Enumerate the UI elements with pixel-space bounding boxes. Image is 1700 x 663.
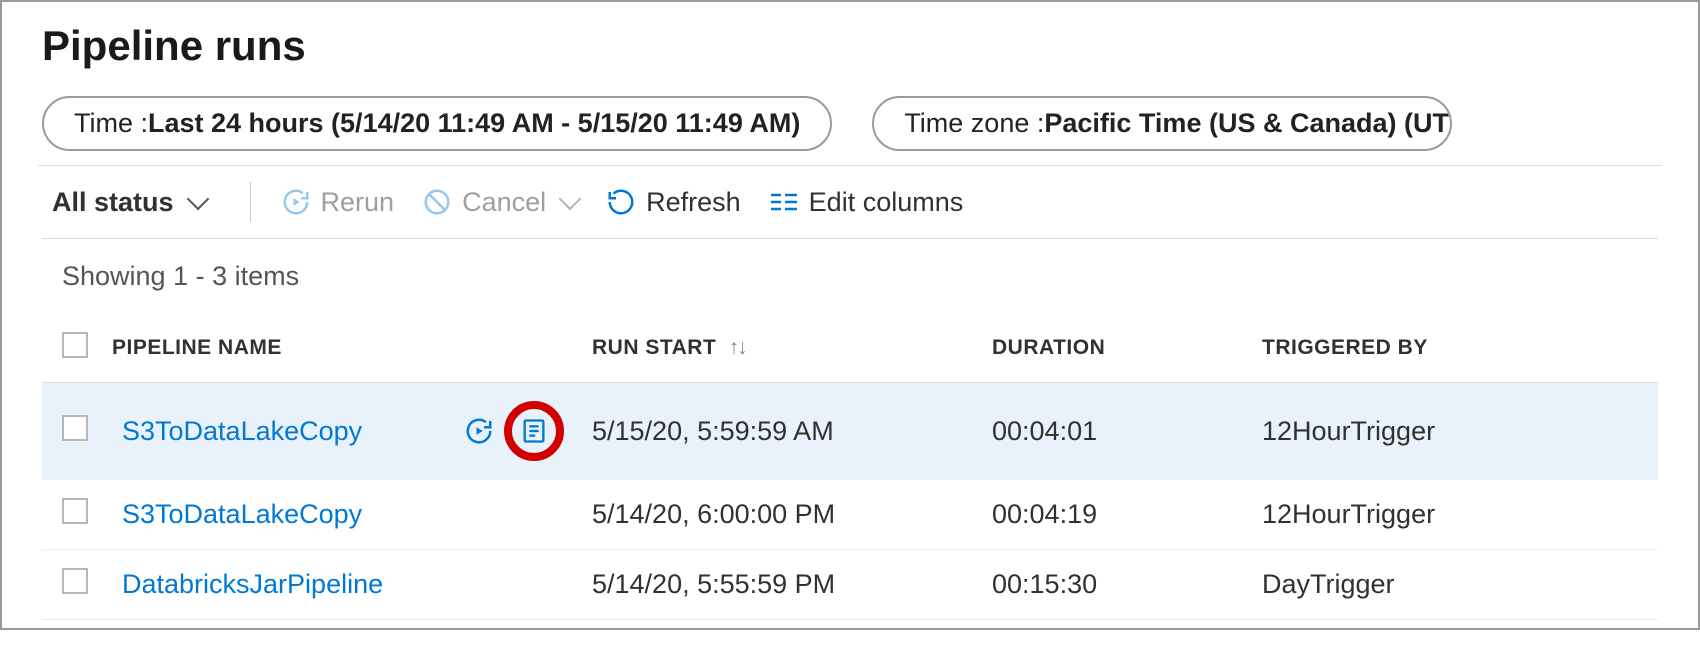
rerun-icon (281, 187, 311, 217)
timezone-filter-pill[interactable]: Time zone : Pacific Time (US & Canada) (… (872, 96, 1452, 151)
status-filter-label: All status (52, 187, 174, 218)
col-duration[interactable]: DURATION (982, 314, 1252, 383)
sort-icon: ↑↓ (729, 336, 746, 359)
table-row[interactable]: DatabricksJarPipeline 5/14/20, 5:55:59 PM… (42, 550, 1658, 620)
consumption-highlight (504, 401, 564, 461)
triggered-by-cell: 12HourTrigger (1252, 480, 1658, 550)
pipeline-name-link[interactable]: S3ToDataLakeCopy (122, 416, 362, 447)
table-row[interactable]: S3ToDataLakeCopy 5/15/20, 5:59:59 AM00:04… (42, 383, 1658, 480)
divider (250, 182, 251, 222)
col-run-start-label: RUN START (592, 336, 716, 359)
row-checkbox[interactable] (62, 415, 88, 441)
duration-cell: 00:04:01 (982, 383, 1252, 480)
select-all-checkbox[interactable] (62, 332, 88, 358)
pipeline-name-link[interactable]: S3ToDataLakeCopy (122, 499, 362, 530)
run-start-cell: 5/15/20, 5:59:59 AM (582, 383, 982, 480)
cancel-button[interactable]: Cancel (422, 187, 578, 218)
cancel-icon (422, 187, 452, 217)
refresh-label: Refresh (646, 187, 741, 218)
edit-columns-icon (769, 190, 799, 214)
edit-columns-label: Edit columns (809, 187, 964, 218)
pipeline-name-link[interactable]: DatabricksJarPipeline (122, 569, 383, 600)
timezone-filter-label: Time zone : (904, 108, 1044, 139)
triggered-by-cell: 12HourTrigger (1252, 383, 1658, 480)
duration-cell: 00:15:30 (982, 550, 1252, 620)
table-row[interactable]: S3ToDataLakeCopy 5/14/20, 6:00:00 PM00:04… (42, 480, 1658, 550)
chevron-down-icon (186, 188, 209, 211)
chevron-down-icon (559, 188, 582, 211)
page-title: Pipeline runs (42, 22, 1658, 70)
col-pipeline-name[interactable]: PIPELINE NAME (112, 314, 582, 383)
run-start-cell: 5/14/20, 5:55:59 PM (582, 550, 982, 620)
edit-columns-button[interactable]: Edit columns (769, 187, 964, 218)
duration-cell: 00:04:19 (982, 480, 1252, 550)
col-triggered-by[interactable]: TRIGGERED BY (1252, 314, 1658, 383)
run-start-cell: 5/14/20, 6:00:00 PM (582, 480, 982, 550)
triggered-by-cell: DayTrigger (1252, 550, 1658, 620)
rerun-button[interactable]: Rerun (281, 187, 395, 218)
status-filter[interactable]: All status (52, 187, 220, 218)
cancel-label: Cancel (462, 187, 546, 218)
col-run-start[interactable]: RUN START ↑↓ (582, 314, 982, 383)
row-checkbox[interactable] (62, 568, 88, 594)
rerun-row-icon[interactable] (464, 416, 494, 446)
toolbar: All status Rerun Cancel (42, 166, 1658, 239)
runs-table: PIPELINE NAME RUN START ↑↓ DURATION TRIG… (42, 314, 1658, 620)
showing-count: Showing 1 - 3 items (42, 239, 1658, 314)
rerun-label: Rerun (321, 187, 395, 218)
refresh-button[interactable]: Refresh (606, 187, 741, 218)
filter-row: Time : Last 24 hours (5/14/20 11:49 AM -… (42, 96, 1658, 151)
consumption-icon[interactable] (520, 417, 548, 445)
time-filter-label: Time : (74, 108, 148, 139)
timezone-filter-value: Pacific Time (US & Canada) (UT… (1044, 108, 1452, 139)
refresh-icon (606, 187, 636, 217)
time-filter-value: Last 24 hours (5/14/20 11:49 AM - 5/15/2… (148, 108, 800, 139)
row-checkbox[interactable] (62, 498, 88, 524)
time-filter-pill[interactable]: Time : Last 24 hours (5/14/20 11:49 AM -… (42, 96, 832, 151)
